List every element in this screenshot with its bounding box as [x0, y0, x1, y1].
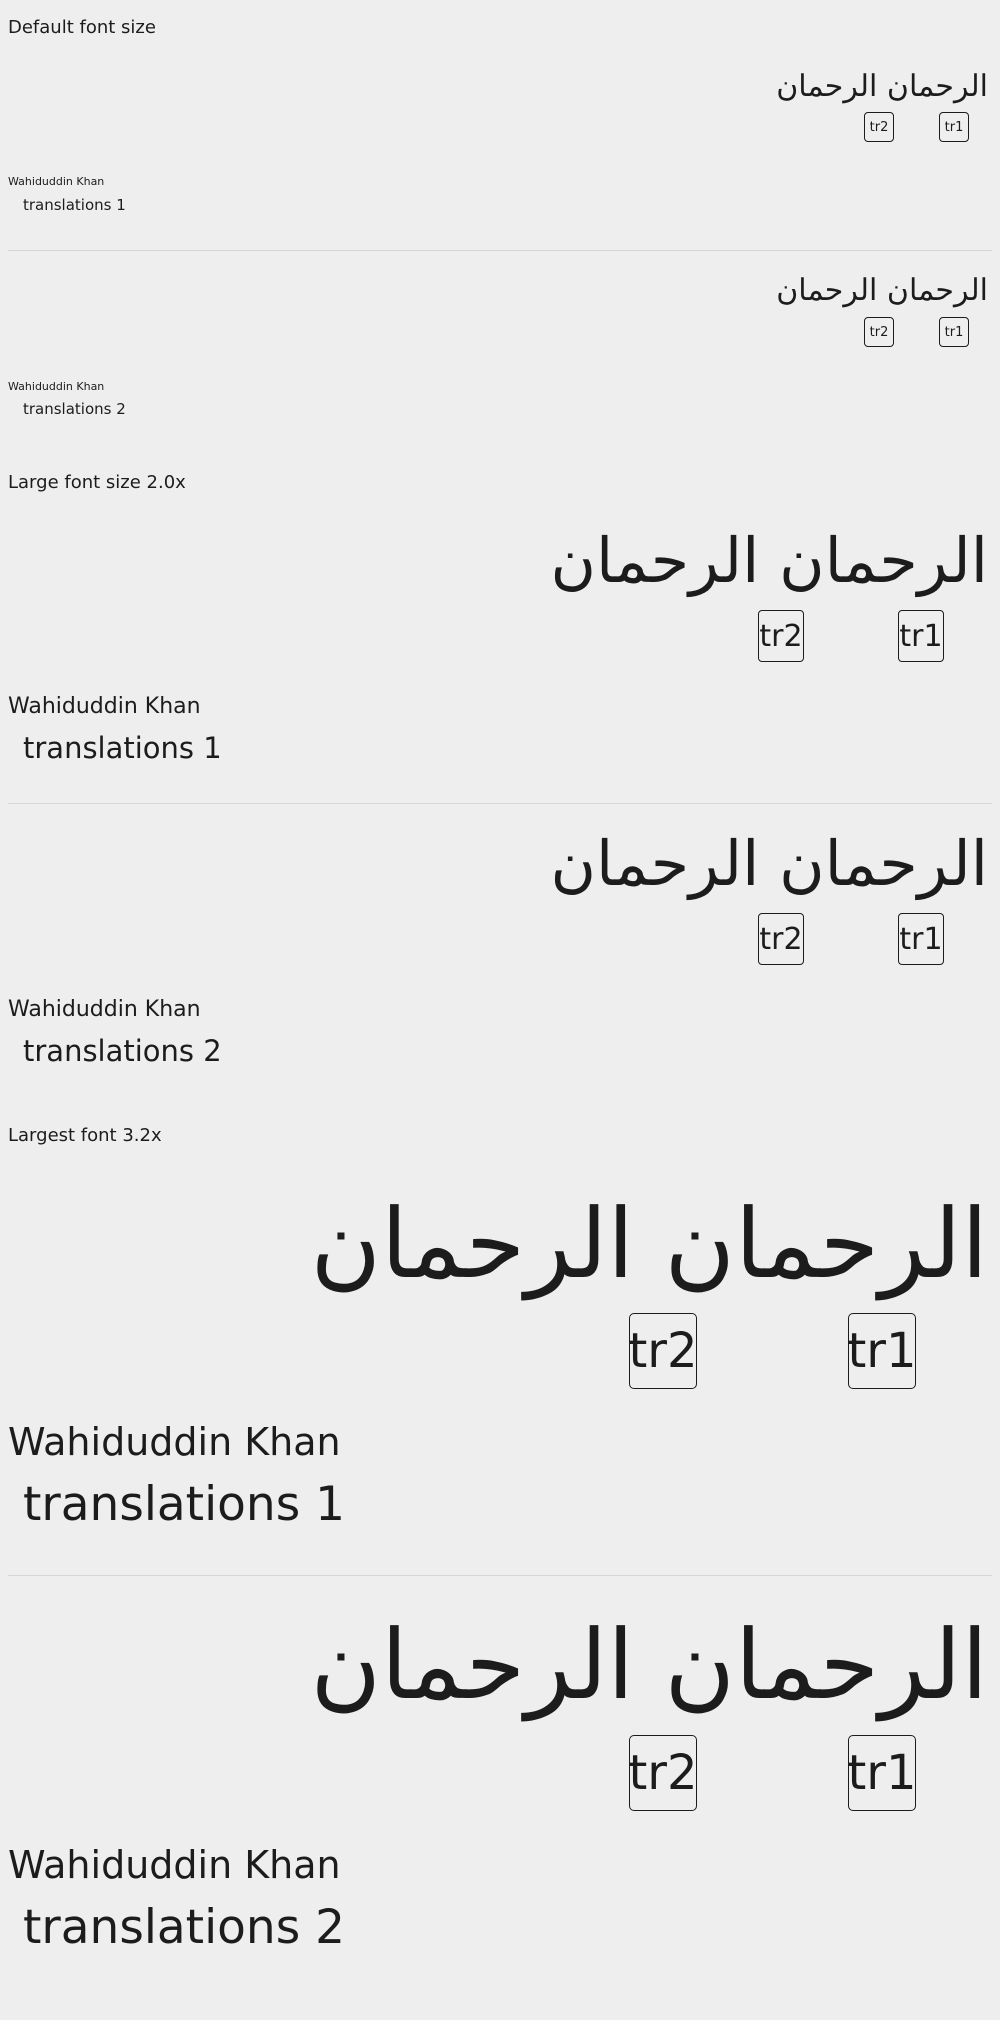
translation-tag-tr2[interactable]: tr2	[628, 1313, 698, 1389]
translator-name: Wahiduddin Khan	[8, 1420, 341, 1464]
translation-tag-tr1[interactable]: tr1	[939, 112, 969, 142]
translation-tag-tr1[interactable]: tr1	[898, 913, 944, 965]
translator-name: Wahiduddin Khan	[8, 1843, 341, 1887]
section-heading: Largest font 3.2x	[8, 1125, 162, 1146]
arabic-verse-line: الرحمان الرحمان	[776, 276, 988, 306]
arabic-word[interactable]: الرحمان	[776, 72, 877, 102]
arabic-verse-line: الرحمان الرحمان	[311, 1196, 988, 1292]
translator-name: Wahiduddin Khan	[8, 997, 201, 1022]
arabic-word[interactable]: الرحمان	[311, 1617, 634, 1713]
translation-text: translations 1	[23, 731, 222, 765]
section-heading: Default font size	[8, 17, 156, 38]
arabic-word[interactable]: الرحمان	[887, 72, 988, 102]
translation-tag-tr1[interactable]: tr1	[898, 610, 944, 662]
arabic-word[interactable]: الرحمان	[887, 276, 988, 306]
arabic-verse-line: الرحمان الرحمان	[776, 72, 988, 102]
arabic-word[interactable]: الرحمان	[550, 833, 759, 895]
arabic-word[interactable]: الرحمان	[776, 276, 877, 306]
translation-tag-tr1[interactable]: tr1	[847, 1313, 917, 1389]
arabic-word[interactable]: الرحمان	[779, 833, 988, 895]
translation-text: translations 1	[23, 196, 126, 214]
arabic-word[interactable]: الرحمان	[311, 1196, 634, 1292]
arabic-word[interactable]: الرحمان	[665, 1196, 988, 1292]
translation-tag-tr1[interactable]: tr1	[939, 317, 969, 347]
arabic-verse-line: الرحمان الرحمان	[311, 1617, 988, 1713]
divider	[8, 250, 992, 251]
translation-tag-tr2[interactable]: tr2	[864, 112, 894, 142]
translation-tag-tr1[interactable]: tr1	[847, 1735, 917, 1811]
arabic-verse-line: الرحمان الرحمان	[550, 530, 988, 592]
arabic-word[interactable]: الرحمان	[665, 1617, 988, 1713]
arabic-word[interactable]: الرحمان	[779, 530, 988, 592]
translator-name: Wahiduddin Khan	[8, 175, 105, 188]
divider	[8, 803, 992, 804]
translation-tag-tr2[interactable]: tr2	[758, 610, 804, 662]
translation-tag-tr2[interactable]: tr2	[758, 913, 804, 965]
translation-text: translations 1	[23, 1477, 346, 1532]
translation-text: translations 2	[23, 1034, 222, 1068]
arabic-verse-line: الرحمان الرحمان	[550, 833, 988, 895]
translation-tag-tr2[interactable]: tr2	[864, 317, 894, 347]
translator-name: Wahiduddin Khan	[8, 380, 105, 393]
divider	[8, 1575, 992, 1576]
arabic-word[interactable]: الرحمان	[550, 530, 759, 592]
translation-text: translations 2	[23, 400, 126, 418]
translator-name: Wahiduddin Khan	[8, 694, 201, 719]
translation-text: translations 2	[23, 1900, 346, 1955]
section-heading: Large font size 2.0x	[8, 472, 186, 493]
translation-tag-tr2[interactable]: tr2	[628, 1735, 698, 1811]
